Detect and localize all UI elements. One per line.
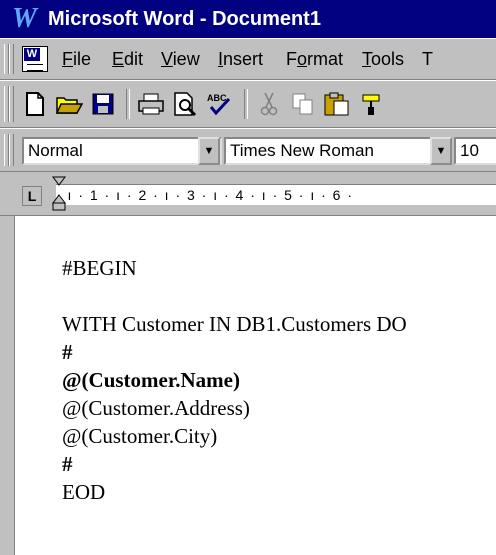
menu-bar: File Edit View Insert Format Tools T — [0, 38, 496, 80]
doc-line: # — [62, 452, 73, 476]
menu-insert[interactable]: Insert — [218, 49, 263, 70]
doc-line: EOD — [62, 480, 106, 504]
style-dropdown-icon[interactable]: ▼ — [198, 137, 220, 165]
indent-markers[interactable] — [52, 176, 66, 212]
toolbar-separator — [126, 89, 130, 119]
menu-format[interactable]: Format — [286, 49, 343, 70]
style-combo[interactable]: Normal — [22, 137, 222, 165]
document-area[interactable]: #BEGIN WITH Customer IN DB1.Customers DO… — [0, 216, 496, 555]
paste-icon[interactable] — [322, 89, 352, 119]
doc-line: WITH Customer IN DB1.Customers DO — [62, 312, 407, 336]
word-icon[interactable]: W — [12, 5, 40, 33]
toolbar-separator-2 — [244, 89, 248, 119]
document-content[interactable]: #BEGIN WITH Customer IN DB1.Customers DO… — [62, 254, 407, 506]
cut-icon[interactable] — [254, 89, 284, 119]
font-dropdown-icon[interactable]: ▼ — [430, 137, 452, 165]
formatbar-grip-2[interactable] — [9, 134, 14, 166]
menu-table[interactable]: T — [422, 49, 433, 70]
doc-line: # — [62, 340, 73, 364]
left-frame — [0, 216, 15, 555]
window-title: Microsoft Word - Document1 — [48, 7, 321, 30]
standard-toolbar: ABC — [0, 80, 496, 128]
print-preview-icon[interactable] — [170, 89, 200, 119]
document-icon[interactable] — [22, 46, 48, 72]
tab-selector[interactable]: L — [22, 186, 42, 206]
new-icon[interactable] — [20, 89, 50, 119]
doc-line: @(Customer.City) — [62, 424, 218, 448]
menu-edit[interactable]: Edit — [112, 49, 143, 70]
doc-line: #BEGIN — [62, 256, 137, 280]
save-icon[interactable] — [88, 89, 118, 119]
print-icon[interactable] — [136, 89, 166, 119]
menu-file[interactable]: File — [62, 49, 91, 70]
font-combo[interactable]: Times New Roman — [224, 137, 432, 165]
open-icon[interactable] — [54, 89, 84, 119]
formatting-toolbar: Normal ▼ Times New Roman ▼ 10 — [0, 128, 496, 172]
svg-text:ABC: ABC — [207, 93, 227, 103]
menu-tools[interactable]: Tools — [362, 49, 404, 70]
toolbar-grip-2[interactable] — [9, 86, 14, 122]
doc-line: @(Customer.Address) — [62, 396, 250, 420]
copy-icon[interactable] — [288, 89, 318, 119]
menu-view[interactable]: View — [161, 49, 200, 70]
title-bar[interactable]: W Microsoft Word - Document1 — [0, 0, 496, 38]
format-painter-icon[interactable] — [356, 89, 386, 119]
ruler: L · ı · 1 · ı · 2 · ı · 3 · ı · 4 · ı · … — [0, 172, 496, 216]
spelling-icon[interactable]: ABC — [204, 89, 234, 119]
doc-line: @(Customer.Name) — [62, 368, 240, 392]
menubar-grip-2[interactable] — [9, 44, 14, 74]
ruler-scale: · ı · 1 · ı · 2 · ı · 3 · ı · 4 · ı · 5 … — [56, 184, 496, 205]
doc-line — [62, 282, 407, 310]
font-size-combo[interactable]: 10 — [454, 137, 496, 165]
